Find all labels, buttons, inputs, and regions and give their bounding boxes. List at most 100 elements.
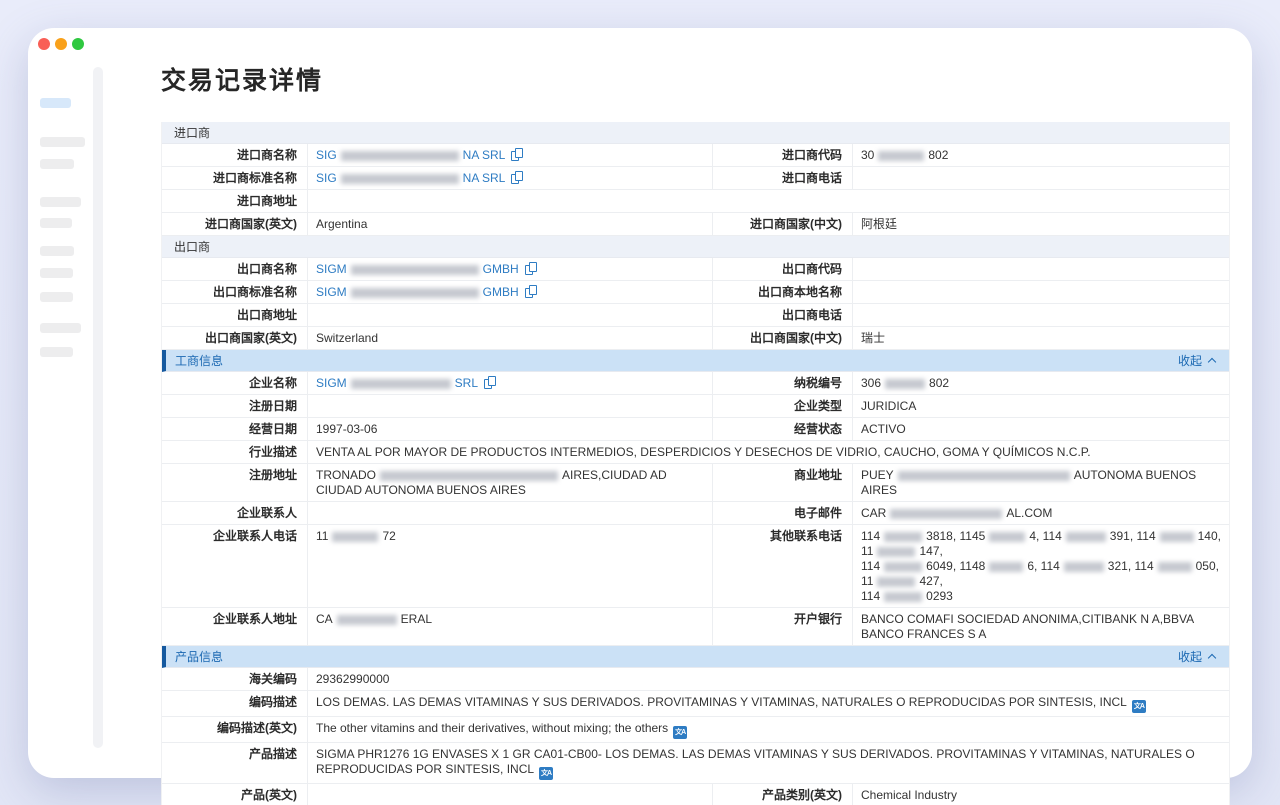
minimize-window-button[interactable] (55, 38, 67, 50)
collapse-button[interactable]: 收起 (1178, 352, 1217, 369)
field-value: 阿根廷 (852, 213, 1229, 235)
field-value: 11 72 (307, 525, 712, 607)
table-row: 出口商标准名称 SIGMGMBH 出口商本地名称 (162, 281, 1229, 304)
value-text: SRL (455, 376, 478, 390)
field-value: VENTA AL POR MAYOR DE PRODUCTOS INTERMED… (307, 441, 1229, 463)
field-label: 进口商国家(中文) (712, 213, 852, 235)
field-value: CARAL.COM (852, 502, 1229, 524)
translate-icon[interactable]: 文A (673, 726, 687, 739)
value-text: NA SRL (463, 148, 506, 162)
redacted-text (884, 532, 922, 542)
translate-icon[interactable]: 文A (539, 767, 553, 780)
field-label: 经营状态 (712, 418, 852, 440)
redacted-text (332, 532, 378, 542)
collapse-button[interactable]: 收起 (1178, 648, 1217, 665)
field-label: 出口商代码 (712, 258, 852, 280)
field-label: 企业联系人电话 (162, 525, 307, 607)
main-content: 交易记录详情 进口商 进口商名称 SIGNA SRL 进口商代码 30802 进… (133, 28, 1230, 778)
table-row: 海关编码 29362990000 (162, 668, 1229, 691)
exporter-name-link[interactable]: SIGMGMBH (316, 262, 519, 276)
copy-icon[interactable] (525, 262, 537, 275)
field-value: SIGMGMBH (307, 281, 712, 303)
exporter-std-name-link[interactable]: SIGMGMBH (316, 285, 519, 299)
field-label: 出口商电话 (712, 304, 852, 326)
field-value (852, 281, 1229, 303)
redacted-text (380, 471, 558, 481)
field-label: 进口商代码 (712, 144, 852, 166)
table-row: 注册地址 TRONADOAIRES,CIUDAD AD CIUDAD AUTON… (162, 464, 1229, 502)
field-label: 进口商标准名称 (162, 167, 307, 189)
redacted-text (351, 265, 479, 275)
redacted-text (878, 151, 924, 161)
value-text: SIGM (316, 285, 347, 299)
value-text: SIGM (316, 376, 347, 390)
value-text: LOS DEMAS. LAS DEMAS VITAMINAS Y SUS DER… (316, 695, 1127, 709)
field-label: 企业名称 (162, 372, 307, 394)
sidebar-skeleton-bar (40, 323, 81, 333)
value-text: 391, 114 (1110, 529, 1156, 543)
field-label: 企业联系人 (162, 502, 307, 524)
table-row: 企业名称 SIGMSRL 纳税编号 306802 (162, 372, 1229, 395)
sidebar-skeleton-bar (40, 292, 73, 302)
copy-icon[interactable] (511, 171, 523, 184)
field-value (307, 190, 1229, 212)
field-label: 电子邮件 (712, 502, 852, 524)
field-value: Chemical Industry (852, 784, 1229, 805)
field-label: 企业联系人地址 (162, 608, 307, 645)
page-title: 交易记录详情 (161, 61, 1230, 97)
copy-icon[interactable] (484, 376, 496, 389)
company-name-link[interactable]: SIGM SRL (316, 376, 478, 390)
importer-name-link[interactable]: SIGNA SRL (316, 148, 505, 162)
redacted-text (898, 471, 1070, 481)
field-value: SIGNA SRL (307, 144, 712, 166)
field-label: 行业描述 (162, 441, 307, 463)
field-label: 出口商国家(英文) (162, 327, 307, 349)
field-label: 出口商地址 (162, 304, 307, 326)
importer-std-name-link[interactable]: SIGNA SRL (316, 171, 505, 185)
section-header-business-info: 工商信息 收起 (162, 350, 1229, 372)
sidebar-skeleton-bar (40, 268, 73, 278)
value-text: TRONADO (316, 468, 376, 482)
field-label: 商业地址 (712, 464, 852, 501)
value-text: 306 (861, 376, 881, 390)
browser-window: 交易记录详情 进口商 进口商名称 SIGNA SRL 进口商代码 30802 进… (28, 28, 1252, 778)
field-value (852, 167, 1229, 189)
copy-icon[interactable] (511, 148, 523, 161)
field-label: 注册地址 (162, 464, 307, 501)
redacted-text (890, 509, 1002, 519)
redacted-text (337, 615, 397, 625)
value-text: 72 (382, 529, 395, 543)
table-row: 产品描述 SIGMA PHR1276 1G ENVASES X 1 GR CA0… (162, 743, 1229, 784)
table-row: 进口商国家(英文) Argentina 进口商国家(中文) 阿根廷 (162, 213, 1229, 236)
close-window-button[interactable] (38, 38, 50, 50)
translate-icon[interactable]: 文A (1132, 700, 1146, 713)
redacted-text (1064, 562, 1104, 572)
copy-icon[interactable] (525, 285, 537, 298)
field-label: 进口商地址 (162, 190, 307, 212)
value-text: 802 (928, 148, 948, 162)
section-header-exporter: 出口商 (162, 236, 1229, 258)
sidebar-divider (93, 67, 103, 748)
table-row: 注册日期 企业类型 JURIDICA (162, 395, 1229, 418)
field-value: The other vitamins and their derivatives… (307, 717, 1229, 742)
redacted-text (989, 562, 1023, 572)
field-value (852, 304, 1229, 326)
sidebar-active-item (40, 98, 71, 108)
value-text: GMBH (483, 262, 519, 276)
value-text: 11 (316, 529, 328, 543)
field-label: 海关编码 (162, 668, 307, 690)
phone-line: 1140293 (861, 589, 1221, 604)
redacted-text (989, 532, 1025, 542)
sidebar-skeleton-bar (40, 197, 81, 207)
table-row: 出口商国家(英文) Switzerland 出口商国家(中文) 瑞士 (162, 327, 1229, 350)
field-label: 出口商名称 (162, 258, 307, 280)
value-text: 0293 (926, 589, 953, 603)
table-row: 行业描述 VENTA AL POR MAYOR DE PRODUCTOS INT… (162, 441, 1229, 464)
zoom-window-button[interactable] (72, 38, 84, 50)
field-label: 出口商标准名称 (162, 281, 307, 303)
field-value: 306802 (852, 372, 1229, 394)
field-label: 出口商国家(中文) (712, 327, 852, 349)
table-row: 出口商名称 SIGMGMBH 出口商代码 (162, 258, 1229, 281)
sidebar-skeleton-bar (40, 137, 85, 147)
section-header-importer: 进口商 (162, 122, 1229, 144)
